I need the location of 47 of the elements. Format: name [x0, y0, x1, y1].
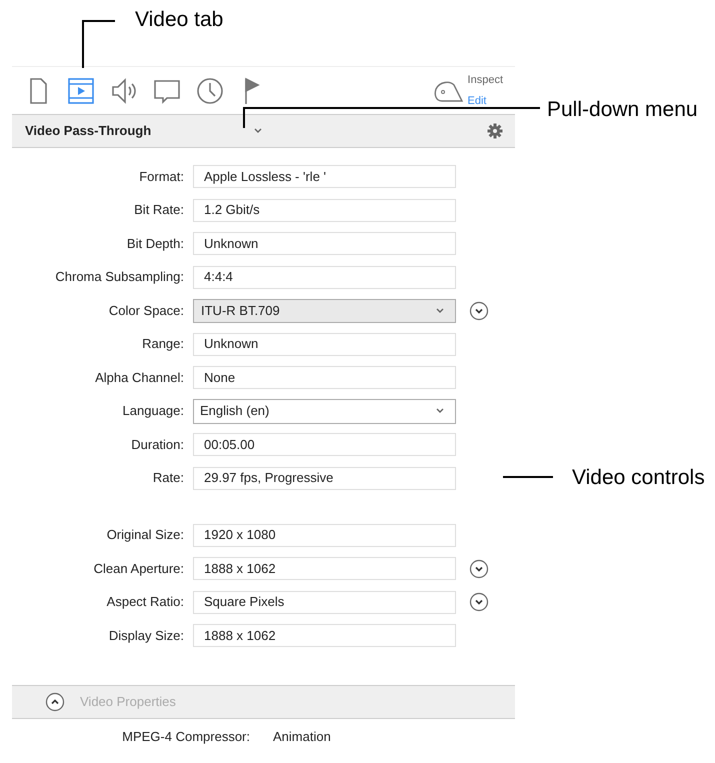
- mode-link[interactable]: Inspect: [468, 70, 503, 90]
- chevron-icon: [435, 407, 445, 415]
- text-field[interactable]: 4:4:4: [193, 266, 456, 288]
- text-field[interactable]: 1888 x 1062: [193, 557, 456, 580]
- field-label: Range:: [141, 335, 185, 354]
- text-field[interactable]: 1.2 Gbit/s: [193, 198, 456, 222]
- text-field[interactable]: None: [193, 366, 456, 389]
- expand-button[interactable]: [45, 692, 65, 712]
- preset-dropdown[interactable]: Video Pass-Through: [25, 121, 263, 141]
- callout-label: Video tab: [135, 7, 224, 33]
- field-label: Color Space:: [108, 302, 185, 320]
- field-label: Rate:: [152, 469, 185, 488]
- field-label: Duration:: [130, 436, 185, 454]
- expand-button[interactable]: [469, 300, 489, 320]
- text-field[interactable]: 29.97 fps, Progressive: [193, 466, 456, 490]
- text-field[interactable]: Apple Lossless - 'rle ': [193, 165, 456, 188]
- callout-label: Pull-down menu: [547, 97, 698, 123]
- field-label: Bit Rate:: [133, 201, 185, 220]
- field-label: Format:: [138, 168, 185, 186]
- mask-icon: [432, 78, 466, 102]
- field-label: Chroma Subsampling:: [54, 268, 185, 286]
- chevron-icon: [435, 306, 445, 314]
- leader-line: [82, 20, 115, 68]
- field-label: Clean Aperture:: [92, 560, 185, 578]
- field-label: Aspect Ratio:: [106, 593, 185, 612]
- chevron-icon: [253, 127, 263, 135]
- field-label: Language:: [122, 402, 185, 420]
- text-field[interactable]: Unknown: [193, 232, 456, 255]
- text-field[interactable]: Square Pixels: [193, 590, 456, 614]
- property-label: MPEG-4 Compressor:: [121, 728, 250, 746]
- text-field[interactable]: 1920 x 1080: [193, 524, 456, 546]
- leader-line: [503, 476, 553, 478]
- gear-icon[interactable]: [487, 123, 503, 139]
- text-field[interactable]: 1888 x 1062: [193, 624, 456, 647]
- field-label: Display Size:: [108, 626, 185, 645]
- text-field[interactable]: 00:05.00: [193, 433, 456, 456]
- property-value: Animation: [273, 728, 331, 746]
- section-title: Video Properties: [80, 693, 176, 712]
- text-field[interactable]: Unknown: [193, 332, 456, 356]
- field-label: Bit Depth:: [126, 234, 185, 253]
- dropdown[interactable]: ITU-R BT.709: [193, 298, 456, 322]
- field-label: Original Size:: [106, 526, 185, 544]
- field-label: Alpha Channel:: [94, 368, 185, 387]
- callout-label: Video controls: [572, 465, 705, 491]
- expand-button[interactable]: [469, 592, 489, 612]
- dropdown[interactable]: English (en): [193, 398, 456, 424]
- expand-button[interactable]: [469, 558, 489, 578]
